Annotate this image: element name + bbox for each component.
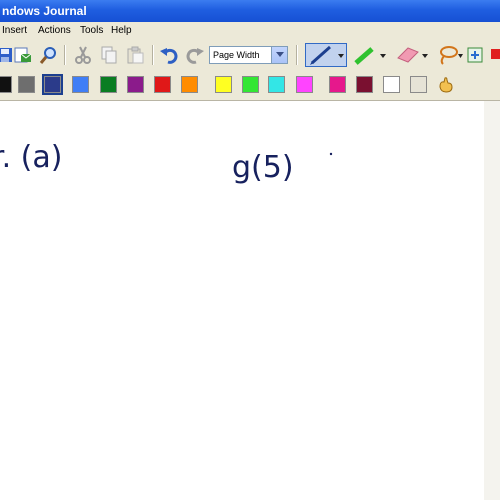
- color-swatch[interactable]: [72, 76, 89, 93]
- note-page[interactable]: r. (a) g(5): [0, 101, 500, 500]
- zoom-select[interactable]: Page Width: [209, 46, 288, 64]
- scissors-icon: [75, 46, 91, 64]
- title-bar: ndows Journal: [0, 0, 500, 22]
- cut-button[interactable]: [72, 44, 94, 66]
- window-title: ndows Journal: [2, 4, 87, 18]
- color-swatch[interactable]: [154, 76, 171, 93]
- color-swatch[interactable]: [329, 76, 346, 93]
- magnifier-icon: [39, 47, 56, 64]
- color-swatch[interactable]: [410, 76, 427, 93]
- hand-icon: [439, 77, 453, 93]
- color-swatch[interactable]: [100, 76, 117, 93]
- insert-space-icon: [467, 47, 483, 63]
- copy-icon: [101, 46, 117, 64]
- toolbar-separator: [296, 45, 298, 65]
- undo-icon: [160, 48, 178, 64]
- color-swatch[interactable]: [181, 76, 198, 93]
- send-email-button[interactable]: [12, 44, 34, 66]
- color-swatch[interactable]: [42, 74, 63, 95]
- redo-icon: [186, 48, 204, 64]
- menu-help[interactable]: Help: [111, 25, 132, 36]
- color-swatch[interactable]: [0, 76, 12, 93]
- ink-left-text: r. (a): [0, 140, 62, 175]
- color-swatch[interactable]: [268, 76, 285, 93]
- insert-space-button[interactable]: [464, 44, 486, 66]
- color-swatch[interactable]: [383, 76, 400, 93]
- toolbar-separator: [152, 45, 154, 65]
- lasso-button[interactable]: [436, 44, 464, 66]
- menu-actions[interactable]: Actions: [38, 25, 71, 36]
- ink-dot: [329, 152, 333, 156]
- ink-layer: r. (a) g(5): [0, 140, 333, 185]
- email-icon: [14, 47, 32, 63]
- flag-icon: [491, 49, 500, 59]
- menu-insert[interactable]: Insert: [2, 25, 27, 36]
- redo-button[interactable]: [184, 44, 206, 66]
- highlighter-icon: [354, 47, 386, 65]
- format-pen-button[interactable]: [435, 74, 457, 96]
- chevron-down-icon[interactable]: [271, 47, 287, 63]
- color-swatch[interactable]: [127, 76, 144, 93]
- flag-button[interactable]: [486, 44, 500, 66]
- highlighter-button[interactable]: [352, 44, 388, 66]
- paste-button[interactable]: [124, 44, 146, 66]
- eraser-button[interactable]: [394, 44, 430, 66]
- copy-button[interactable]: [98, 44, 120, 66]
- eraser-icon: [397, 47, 428, 63]
- ink-right-text: g(5): [232, 150, 294, 185]
- zoom-value: Page Width: [213, 50, 260, 60]
- color-swatch[interactable]: [356, 76, 373, 93]
- undo-button[interactable]: [158, 44, 180, 66]
- find-button[interactable]: [37, 44, 59, 66]
- pen-icon: [310, 45, 344, 65]
- color-swatch[interactable]: [215, 76, 232, 93]
- vertical-scrollbar[interactable]: [484, 101, 500, 500]
- color-swatch[interactable]: [242, 76, 259, 93]
- pen-button[interactable]: [305, 43, 347, 67]
- color-swatch[interactable]: [18, 76, 35, 93]
- toolbar-separator: [64, 45, 66, 65]
- color-swatch[interactable]: [296, 76, 313, 93]
- lasso-icon: [440, 46, 463, 65]
- menu-tools[interactable]: Tools: [80, 25, 103, 36]
- menu-bar: Insert Actions Tools Help: [0, 22, 500, 39]
- paste-icon: [127, 46, 144, 64]
